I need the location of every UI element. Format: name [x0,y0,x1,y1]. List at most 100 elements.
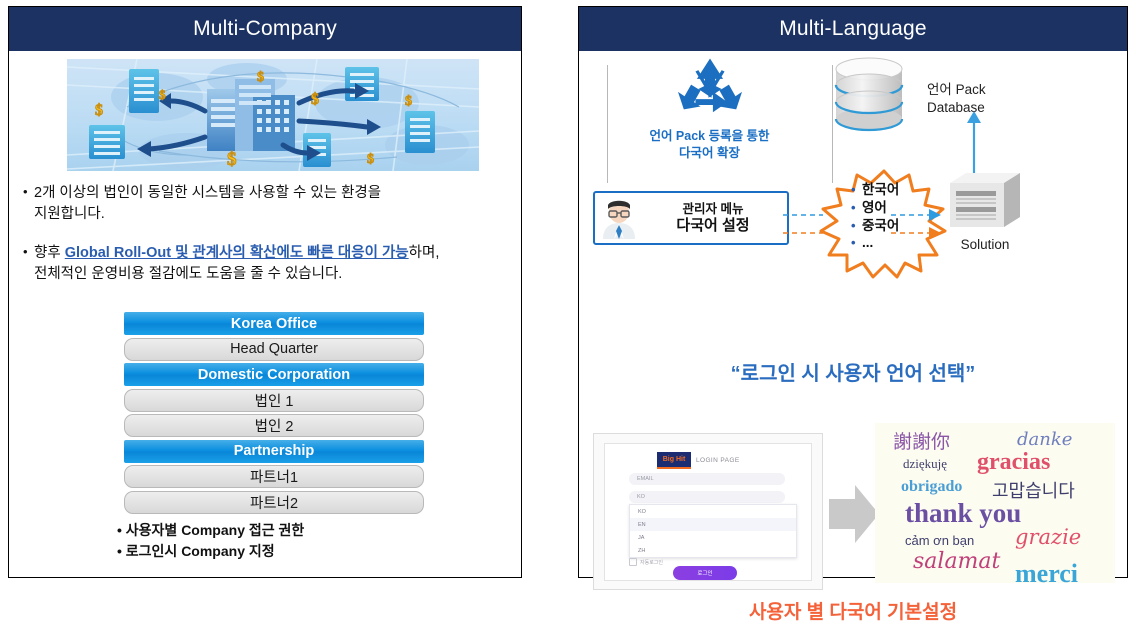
org-row-label: Korea Office [230,315,318,332]
org-row-partner-2[interactable]: 파트너2 [124,490,424,514]
server-label: Solution [960,237,1010,252]
org-row-domestic-corporation[interactable]: Domestic Corporation [124,363,424,386]
bighit-logo: Big Hit [657,452,691,469]
language-pack-group: 언어 Pack 등록을 통한 다국어 확장 [627,57,792,162]
login-language-dropdown[interactable]: KO EN JA ZH [629,504,797,558]
admin-avatar-icon [595,197,643,239]
org-row-corporation-1[interactable]: 법인 1 [124,388,424,412]
login-email-input[interactable]: EMAIL [629,473,785,485]
language-pack-database-group [819,55,919,138]
org-row-label: Head Quarter [230,341,318,357]
wordcloud-word: 謝謝你 [893,432,951,453]
option-label: ZH [638,547,646,554]
wordcloud-word: gracias [977,449,1051,475]
org-row-partnership[interactable]: Partnership [124,439,424,463]
wordcloud-word: cảm ơn bạn [905,533,975,548]
org-row-corporation-2[interactable]: 법인 2 [124,414,424,437]
footnote-2: • 로그인시 Company 지정 [117,543,275,559]
language-option-ko[interactable]: KO [630,505,796,518]
login-submit-button[interactable]: 로그인 [673,566,737,580]
recycle-caption-line-2: 다국어 확장 [679,145,740,160]
login-brand-row: Big Hit LOGIN PAGE [657,452,740,469]
language-option-en[interactable]: EN [630,518,796,531]
org-row-head-quarter[interactable]: Head Quarter [124,337,424,361]
admin-menu-labels: 관리자 메뉴 다국어 설정 [643,202,787,234]
language-label: 한국어 [862,182,900,197]
right-arrow-icon [829,485,879,543]
left-panel-footnotes: • 사용자별 Company 접근 권한 • 로그인시 Company 지정 [117,520,304,562]
login-remember-checkbox[interactable] [629,558,637,566]
login-email-placeholder: EMAIL [637,476,654,482]
right-panel-header: Multi-Language [579,7,1127,51]
login-language-quote: “로그인 시 사용자 언어 선택” [730,363,976,385]
org-row-partner-1[interactable]: 파트너1 [124,465,424,488]
org-row-label: 파트너2 [249,495,299,512]
login-page-text: LOGIN PAGE [696,457,740,464]
wordcloud-word: dziękuję [903,456,948,471]
database-icon [834,57,904,132]
bullet-dot-icon: • [851,182,856,197]
login-page-screenshot: Big Hit LOGIN PAGE EMAIL KO KO EN JA ZH … [593,433,823,590]
server-icon [950,173,1020,227]
svg-text:$: $ [257,70,264,85]
option-label: JA [638,534,645,541]
wordcloud-word: merci [1015,559,1079,583]
multi-company-panel: Multi-Company $ $ $ $ $ $ $ • 2개 이상의 법인이… [8,6,522,578]
multi-language-panel: Multi-Language 언어 Pack 등록을 통한 다국어 확장 언어 … [578,6,1128,623]
admin-menu-line-2: 다국어 설정 [676,216,750,234]
admin-menu-line-1: 관리자 메뉴 [682,201,744,216]
right-panel-title: Multi-Language [779,17,927,40]
organization-hierarchy-list: Korea Office Head Quarter Domestic Corpo… [124,312,424,516]
bullet-item-1: • 2개 이상의 법인이 동일한 시스템을 사용할 수 있는 환경을 지원합니다… [23,183,513,225]
connector-arrows [783,209,941,239]
recycle-caption: 언어 Pack 등록을 통한 다국어 확장 [627,128,792,162]
bullet-2-prefix: 향후 [34,245,65,261]
thank-you-wordcloud: 謝謝你 danke dziękuję gracias obrigado 고맙습니다 than… [875,423,1115,583]
language-option-ja[interactable]: JA [630,531,796,544]
database-label-line-1: 언어 Pack [927,82,986,97]
wordcloud-word: salamat [913,549,1001,574]
bullet-1-line-1: 2개 이상의 법인이 동일한 시스템을 사용할 수 있는 환경을 [34,185,382,201]
user-default-language-caption: 사용자 별 다국어 기본설정 [748,602,958,623]
bullet-marker: • [23,184,28,199]
global-network-illustration: $ $ $ $ $ $ $ [67,59,479,171]
org-row-label: Domestic Corporation [197,366,351,383]
login-language-select[interactable]: KO [629,491,785,503]
org-row-label: Partnership [233,443,315,459]
bullet-2-line-2: 전체적인 운영비용 절감에도 도움을 줄 수 있습니다. [34,266,343,283]
wordcloud-word: thank you [905,498,1022,528]
bullet-item-2: • 향후 Global Roll-Out 및 관계사의 확산에도 빠른 대응이 … [23,243,513,285]
wordcloud-word: danke [1017,429,1073,450]
bullet-1-line-2: 지원합니다. [34,206,105,223]
global-rollout-link[interactable]: Global Roll-Out 및 관계사의 확산에도 빠른 대응이 가능 [65,245,409,261]
svg-text:$: $ [227,149,237,170]
recycle-icon [677,58,742,113]
footnote-1: • 사용자별 Company 접근 권한 [117,522,305,538]
login-language-value: KO [637,494,645,500]
solution-server-group: Solution [937,169,1033,252]
login-remember-label: 자동로그인 [640,559,664,566]
upward-arrow-icon [967,111,981,173]
recycle-caption-line-1: 언어 Pack 등록을 통한 [649,129,770,143]
org-row-label: 파트너1 [249,470,299,486]
svg-text:$: $ [405,94,412,109]
svg-text:$: $ [159,87,166,102]
language-item-korean: • 한국어 [851,181,929,199]
login-card: Big Hit LOGIN PAGE EMAIL KO KO EN JA ZH … [604,443,812,581]
svg-text:$: $ [95,102,103,119]
admin-menu-box[interactable]: 관리자 메뉴 다국어 설정 [593,191,789,245]
left-panel-title: Multi-Company [193,17,337,40]
option-label: EN [638,521,646,528]
org-row-korea-office[interactable]: Korea Office [124,312,424,335]
bullet-2-suffix: 하며, [408,245,440,261]
left-panel-header: Multi-Company [9,7,521,51]
login-remember-row[interactable]: 자동로그인 [629,558,663,566]
org-row-label: 법인 2 [254,419,294,435]
wordcloud-word: obrigado [901,478,963,495]
language-option-zh[interactable]: ZH [630,544,796,557]
org-row-label: 법인 1 [254,393,294,410]
wordcloud-word: grazie [1015,525,1082,549]
bullet-marker: • [23,244,28,259]
svg-text:$: $ [311,91,319,108]
vertical-divider-left [607,65,608,183]
